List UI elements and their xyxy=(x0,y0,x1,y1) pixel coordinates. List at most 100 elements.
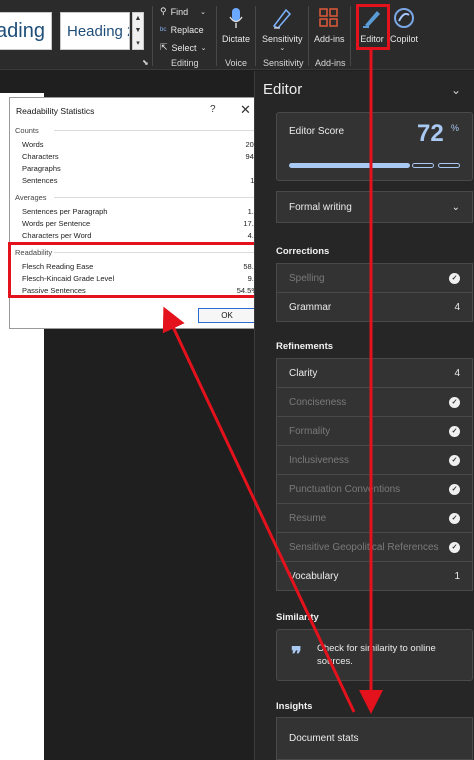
chevron-up-icon[interactable]: ▲ xyxy=(135,15,142,22)
list-item-label: Sensitive Geopolitical References xyxy=(289,541,439,553)
list-item[interactable]: Sensitive Geopolitical References ✓ xyxy=(276,532,473,562)
divider xyxy=(350,6,351,66)
list-item[interactable]: Spelling ✓ xyxy=(276,263,473,293)
voice-group-label: Voice xyxy=(225,58,248,68)
list-item[interactable]: Conciseness ✓ xyxy=(276,387,473,417)
addins-label: Add-ins xyxy=(314,34,345,44)
stat-row: Sentences per Paragraph 1.8 xyxy=(22,207,258,216)
chevron-down-icon: ⌄ xyxy=(451,201,460,213)
find-button[interactable]: ⚲ Find ⌄ xyxy=(160,6,206,17)
editor-score-card: Editor Score 72 % xyxy=(276,112,473,181)
find-label: Find xyxy=(170,6,189,17)
score-bar-fill xyxy=(289,163,410,168)
stat-row: Characters 943 xyxy=(22,152,258,161)
document-stats-label: Document stats xyxy=(289,733,359,744)
microphone-icon xyxy=(224,6,248,30)
stat-row: Words per Sentence 17.8 xyxy=(22,219,258,228)
corrections-heading: Corrections xyxy=(276,246,330,257)
issue-count: 1 xyxy=(454,570,460,582)
chevron-down-icon[interactable]: ⌄ xyxy=(451,83,461,97)
similarity-card[interactable]: ❞ Check for similarity to online sources… xyxy=(276,629,473,681)
help-icon[interactable]: ? xyxy=(210,104,216,115)
insights-heading: Insights xyxy=(276,701,313,712)
replace-label: Replace xyxy=(170,25,204,35)
list-item-label: Inclusiveness xyxy=(289,454,350,466)
document-top-margin xyxy=(0,71,254,91)
sensitivity-group-label: Sensitivity xyxy=(263,58,304,68)
sensitivity-button[interactable]: Sensitivity ⌄ xyxy=(262,6,303,52)
list-item-label: Clarity xyxy=(289,367,318,379)
list-item[interactable]: Grammar 4 xyxy=(276,292,473,322)
divider xyxy=(308,6,309,66)
editing-group-label: Editing xyxy=(171,58,199,68)
divider xyxy=(152,6,153,66)
divider xyxy=(54,197,254,198)
issue-count: 4 xyxy=(454,301,460,313)
list-item-label: Punctuation Conventions xyxy=(289,483,401,495)
style-heading2[interactable]: Heading 2 xyxy=(60,12,130,50)
ribbon: Heading Heading 2 ▲ ▼ ▾ ⬊ ⚲ Find ⌄ ᵇᶜ Re… xyxy=(0,0,474,70)
close-icon[interactable]: ✕ xyxy=(240,102,251,118)
dictate-button[interactable]: Dictate xyxy=(222,6,250,44)
addins-icon xyxy=(317,6,341,30)
dialog-title: Readability Statistics xyxy=(16,106,95,116)
ok-button[interactable]: OK xyxy=(198,308,256,323)
search-icon: ⚲ xyxy=(160,6,167,16)
list-item[interactable]: Formality ✓ xyxy=(276,416,473,446)
writing-mode-select[interactable]: Formal writing ⌄ xyxy=(276,191,473,223)
chevron-down-icon[interactable]: ▼ xyxy=(135,27,142,34)
replace-icon: ᵇᶜ xyxy=(160,25,167,35)
checkmark-icon: ✓ xyxy=(449,272,460,284)
chevron-down-icon: ⌄ xyxy=(279,45,286,52)
style-heading2-label: Heading 2 xyxy=(67,22,130,40)
styles-gallery-scroll[interactable]: ▲ ▼ ▾ xyxy=(132,12,144,50)
styles-launcher-icon[interactable]: ⬊ xyxy=(142,58,149,67)
divider xyxy=(216,6,217,66)
document-stats-button[interactable]: Document stats xyxy=(276,717,473,760)
checkmark-icon: ✓ xyxy=(449,512,460,524)
select-label: Select xyxy=(171,42,197,53)
style-heading1[interactable]: Heading xyxy=(0,12,52,50)
more-icon[interactable]: ▾ xyxy=(136,39,140,47)
list-item-label: Formality xyxy=(289,425,331,437)
editor-score-label: Editor Score xyxy=(289,126,345,137)
list-item-label: Spelling xyxy=(289,272,325,284)
list-item[interactable]: Clarity 4 xyxy=(276,358,473,388)
editor-score-bar xyxy=(289,163,460,168)
list-item-label: Grammar xyxy=(289,301,332,313)
readability-highlight-box xyxy=(8,242,264,298)
divider xyxy=(54,130,254,131)
replace-button[interactable]: ᵇᶜ Replace xyxy=(160,25,204,35)
stat-row: Characters per Word 4.5 xyxy=(22,231,258,240)
addins-button[interactable]: Add-ins xyxy=(314,6,345,44)
copilot-button[interactable]: Copilot xyxy=(390,6,418,44)
addins-group-label: Add-ins xyxy=(315,58,346,68)
list-item[interactable]: Vocabulary 1 xyxy=(276,561,473,591)
list-item[interactable]: Punctuation Conventions ✓ xyxy=(276,474,473,504)
stat-row: Paragraphs7 xyxy=(22,164,258,173)
list-item[interactable]: Inclusiveness ✓ xyxy=(276,445,473,475)
stat-row: Sentences11 xyxy=(22,176,258,185)
copilot-icon xyxy=(392,6,416,30)
counts-section-label: Counts xyxy=(15,126,39,135)
refinements-heading: Refinements xyxy=(276,341,334,352)
chevron-down-icon: ⌄ xyxy=(200,8,206,16)
list-item[interactable]: Resume ✓ xyxy=(276,503,473,533)
select-button[interactable]: ⇱ Select ⌄ xyxy=(160,42,206,53)
score-bar-segment xyxy=(438,163,460,168)
dictate-label: Dictate xyxy=(222,34,251,44)
style-heading1-label: Heading xyxy=(0,19,45,42)
averages-section-label: Averages xyxy=(15,193,47,202)
editor-pane: Editor ⌄ Editor Score 72 % Formal writin… xyxy=(254,71,474,760)
checkmark-icon: ✓ xyxy=(449,541,460,553)
checkmark-icon: ✓ xyxy=(449,454,460,466)
pane-title: Editor xyxy=(263,81,303,98)
similarity-text: Check for similarity to online sources. xyxy=(317,643,436,667)
quote-icon: ❞ xyxy=(291,644,302,666)
similarity-heading: Similarity xyxy=(276,612,319,623)
sensitivity-label: Sensitivity xyxy=(262,34,303,44)
issue-count: 4 xyxy=(454,367,460,379)
checkmark-icon: ✓ xyxy=(449,425,460,437)
checkmark-icon: ✓ xyxy=(449,483,460,495)
cursor-icon: ⇱ xyxy=(160,42,168,52)
